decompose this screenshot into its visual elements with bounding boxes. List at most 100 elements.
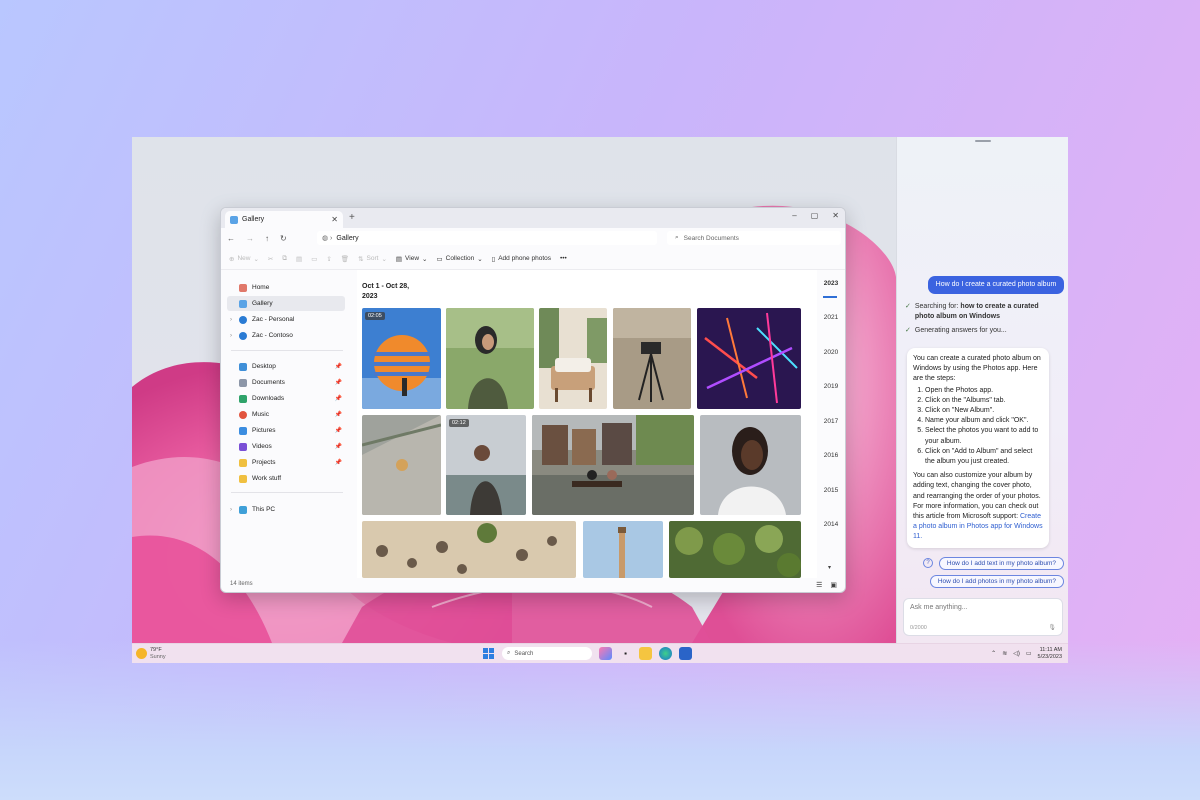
photo-thumbnail[interactable]: 02:05 bbox=[362, 308, 441, 409]
year-2020[interactable]: 2020 bbox=[819, 349, 843, 356]
close-icon[interactable]: ✕ bbox=[832, 211, 839, 220]
cut-icon[interactable]: ✂ bbox=[268, 255, 273, 263]
thumbnails-view-icon[interactable]: ▣ bbox=[830, 580, 837, 592]
add-phone-photos-button[interactable]: ▯ Add phone photos bbox=[492, 255, 551, 263]
start-icon[interactable] bbox=[482, 647, 495, 660]
copilot-icon[interactable] bbox=[599, 647, 612, 660]
photo-thumbnail[interactable] bbox=[446, 308, 534, 409]
more-options-button[interactable]: ••• bbox=[560, 255, 567, 262]
clock[interactable]: 11:11 AM 5/23/2023 bbox=[1038, 647, 1062, 660]
delete-icon[interactable]: 🗑 bbox=[341, 255, 349, 263]
refresh-icon[interactable]: ↻ bbox=[280, 234, 287, 243]
photo-thumbnail[interactable] bbox=[697, 308, 801, 409]
year-2017[interactable]: 2017 bbox=[819, 418, 843, 425]
suggestion-chip-add-photos[interactable]: How do I add photos in my photo album? bbox=[929, 575, 1064, 588]
sidebar-item-label: Desktop bbox=[252, 363, 276, 370]
search-box[interactable]: ⌕ Search Documents bbox=[667, 231, 841, 245]
edge-icon[interactable] bbox=[659, 647, 672, 660]
sidebar-item-music[interactable]: Music 📌 bbox=[227, 407, 345, 422]
help-icon[interactable]: ? bbox=[923, 558, 933, 568]
expand-chevron-icon[interactable]: › bbox=[230, 507, 232, 513]
view-button[interactable]: ▤ View ⌄ bbox=[396, 255, 428, 263]
desktop-icon bbox=[239, 362, 247, 371]
maximize-icon[interactable]: ▢ bbox=[811, 211, 819, 220]
photo-thumbnail[interactable] bbox=[583, 521, 663, 578]
sidebar-item-label: Projects bbox=[252, 459, 276, 466]
details-view-icon[interactable]: ☰ bbox=[816, 580, 822, 592]
year-2019[interactable]: 2019 bbox=[819, 383, 843, 390]
sidebar-item-videos[interactable]: Videos 📌 bbox=[227, 439, 345, 454]
pin-icon: 📌 bbox=[334, 380, 342, 386]
microphone-icon[interactable]: 🎙 bbox=[1048, 624, 1056, 631]
year-2021[interactable]: 2021 bbox=[819, 314, 843, 321]
sidebar-item-work-stuff[interactable]: Work stuff bbox=[227, 471, 345, 486]
year-timeline: 2023 2021 2020 2019 2017 2016 2015 2014 … bbox=[819, 270, 843, 571]
expand-chevron-icon[interactable]: › bbox=[230, 317, 232, 323]
sidebar-item-label: Videos bbox=[252, 443, 272, 450]
sidebar-item-projects[interactable]: Projects 📌 bbox=[227, 455, 345, 470]
expand-chevron-icon[interactable]: › bbox=[230, 333, 232, 339]
photo-thumbnail[interactable] bbox=[362, 415, 441, 515]
sort-label: Sort bbox=[366, 255, 379, 262]
sidebar-item-gallery[interactable]: Gallery bbox=[227, 296, 345, 311]
chevron-up-icon[interactable]: ⌃ bbox=[991, 650, 996, 657]
forward-icon[interactable]: → bbox=[246, 234, 254, 243]
taskbar-search[interactable]: ⌕ Search bbox=[502, 647, 592, 660]
address-text: Gallery bbox=[336, 234, 359, 242]
sidebar-item-downloads[interactable]: Downloads 📌 bbox=[227, 391, 345, 406]
sidebar-item-pictures[interactable]: Pictures 📌 bbox=[227, 423, 345, 438]
new-label: New bbox=[237, 255, 251, 262]
new-tab-icon[interactable]: + bbox=[349, 212, 355, 223]
search-icon: ⌕ bbox=[507, 650, 511, 656]
ask-input[interactable]: Ask me anything... 0/2000 🎙 bbox=[903, 598, 1063, 636]
sidebar-item-desktop[interactable]: Desktop 📌 bbox=[227, 359, 345, 374]
video-duration-badge: 02:05 bbox=[365, 312, 385, 320]
drag-handle[interactable] bbox=[975, 140, 991, 142]
sidebar-item-label: Pictures bbox=[252, 427, 276, 434]
answer-intro: You can create a curated photo album on … bbox=[913, 355, 1041, 383]
onedrive-cloud-icon bbox=[239, 331, 247, 340]
generating-status: ✓ Generating answers for you... bbox=[905, 326, 1007, 336]
collection-button[interactable]: ▭ Collection ⌄ bbox=[436, 255, 482, 263]
photo-thumbnail[interactable]: 02:12 bbox=[446, 415, 526, 515]
close-tab-icon[interactable]: ✕ bbox=[331, 215, 338, 224]
sidebar-item-this-pc[interactable]: › This PC bbox=[227, 502, 345, 517]
sidebar-item-home[interactable]: Home bbox=[227, 280, 345, 295]
copy-icon[interactable]: ⧉ bbox=[282, 255, 287, 263]
photo-thumbnail[interactable] bbox=[539, 308, 607, 409]
battery-icon[interactable]: ▭ bbox=[1026, 650, 1032, 657]
store-icon[interactable] bbox=[679, 647, 692, 660]
share-icon[interactable]: ⇪ bbox=[326, 255, 331, 263]
task-view-icon[interactable]: ▪ bbox=[619, 647, 632, 660]
year-2014[interactable]: 2014 bbox=[819, 521, 843, 528]
rename-icon[interactable]: ▭ bbox=[311, 255, 317, 263]
chevron-down-icon[interactable]: ▾ bbox=[828, 564, 831, 571]
address-bar[interactable]: ◍ › Gallery bbox=[317, 231, 657, 245]
sidebar-item-documents[interactable]: Documents 📌 bbox=[227, 375, 345, 390]
paste-icon[interactable]: ▤ bbox=[296, 255, 302, 263]
year-2023[interactable]: 2023 bbox=[819, 280, 843, 287]
weather-widget[interactable]: 79°F Sunny bbox=[136, 647, 166, 660]
copilot-pane: How do I create a curated photo album ✓ … bbox=[896, 137, 1068, 643]
new-button[interactable]: ⊕ New ⌄ bbox=[229, 255, 259, 263]
up-icon[interactable]: ↑ bbox=[265, 234, 269, 243]
sidebar-item-label: Home bbox=[252, 284, 270, 291]
tab-gallery[interactable]: Gallery ✕ bbox=[225, 211, 343, 228]
photo-thumbnail[interactable] bbox=[362, 521, 576, 578]
volume-icon[interactable]: ◁) bbox=[1013, 650, 1020, 657]
wifi-icon[interactable]: ≋ bbox=[1002, 650, 1007, 657]
sort-button[interactable]: ⇅ Sort ⌄ bbox=[358, 255, 387, 263]
photo-thumbnail[interactable] bbox=[700, 415, 801, 515]
photo-thumbnail[interactable] bbox=[532, 415, 694, 515]
photo-thumbnail[interactable] bbox=[613, 308, 691, 409]
suggestion-chip-add-text[interactable]: How do I add text in my photo album? bbox=[938, 557, 1064, 570]
back-icon[interactable]: ← bbox=[227, 234, 235, 243]
sidebar-item-zac-contoso[interactable]: › Zac - Contoso bbox=[227, 328, 345, 343]
year-2016[interactable]: 2016 bbox=[819, 452, 843, 459]
minimize-icon[interactable]: – bbox=[792, 211, 796, 220]
photo-thumbnail[interactable] bbox=[669, 521, 801, 578]
pin-icon: 📌 bbox=[334, 428, 342, 434]
sidebar-item-zac-personal[interactable]: › Zac - Personal bbox=[227, 312, 345, 327]
file-explorer-icon[interactable] bbox=[639, 647, 652, 660]
year-2015[interactable]: 2015 bbox=[819, 487, 843, 494]
